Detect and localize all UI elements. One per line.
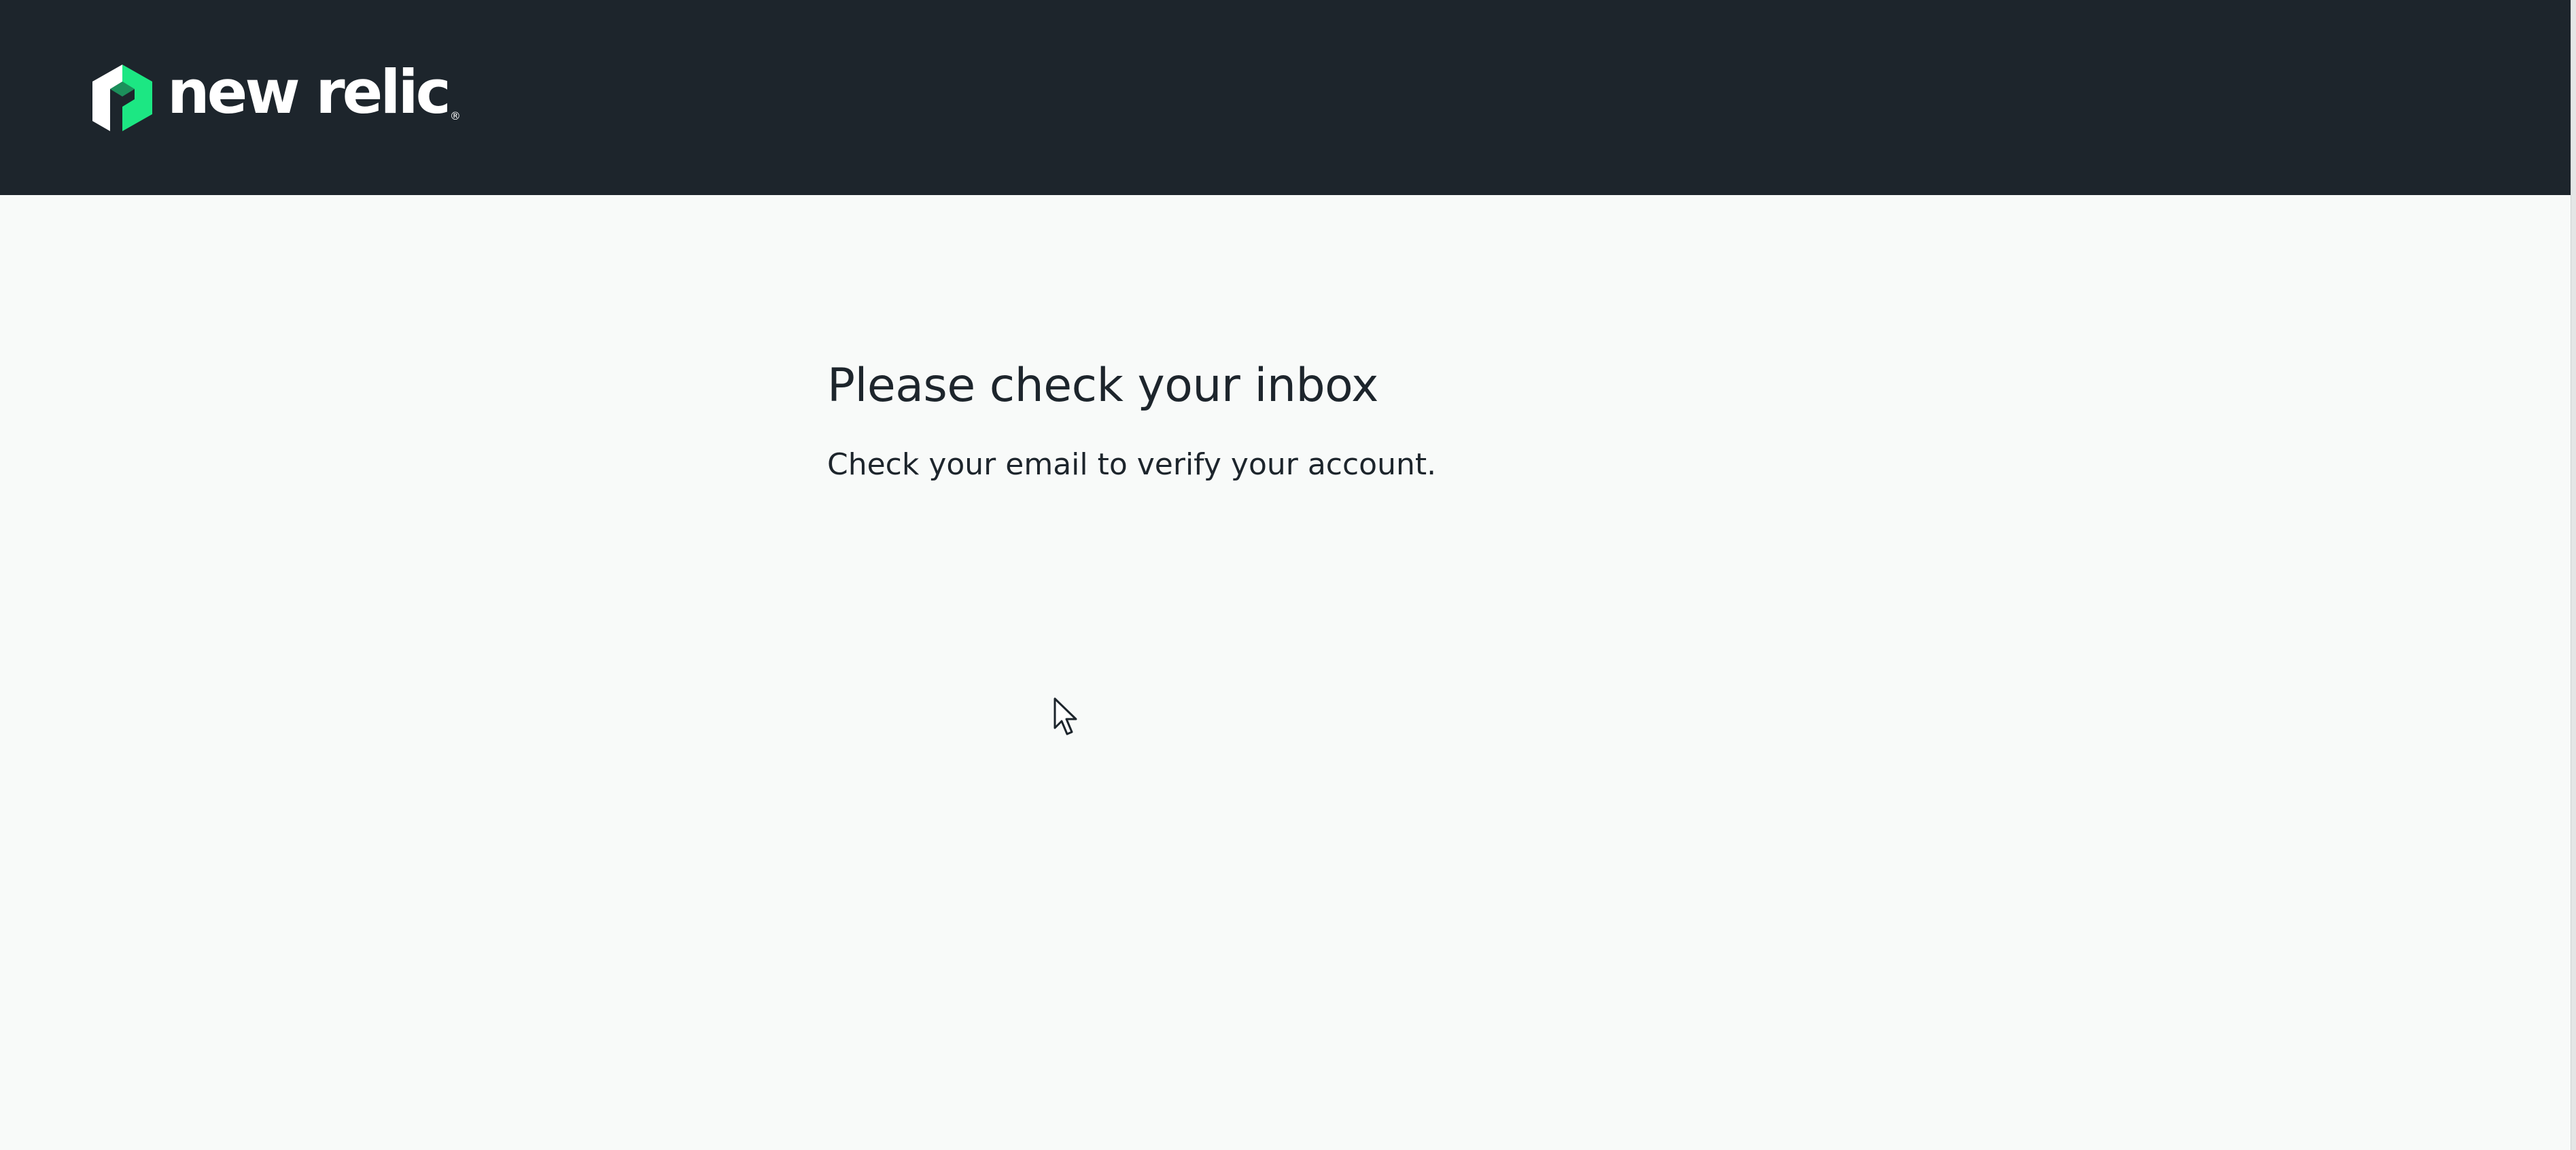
top-navigation-bar: new relic ®: [0, 0, 2571, 195]
registered-trademark: ®: [449, 109, 461, 122]
verify-email-page: new relic ® Please check your inbox Chec…: [0, 0, 2576, 1150]
verification-message: Check your email to verify your account.: [827, 447, 1437, 482]
arrow-pointer-icon: [1054, 697, 1077, 735]
brand-name: new relic: [167, 57, 451, 127]
new-relic-logo[interactable]: new relic ®: [92, 57, 461, 132]
page-title: Please check your inbox: [827, 359, 1378, 413]
vertical-scrollbar[interactable]: [2571, 0, 2576, 1150]
new-relic-hexagon-icon: [92, 65, 152, 131]
main-content: Please check your inbox Check your email…: [827, 353, 1779, 487]
